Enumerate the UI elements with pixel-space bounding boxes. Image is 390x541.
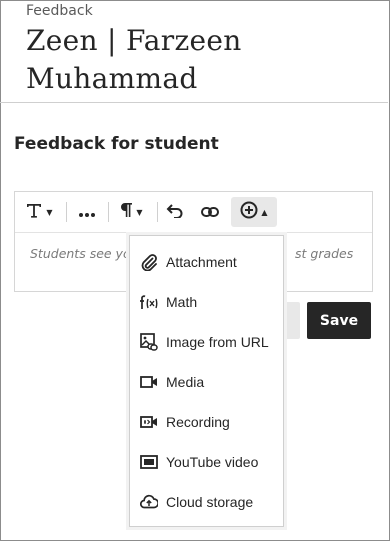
page-title: Zeen | Farzeen Muhammad bbox=[26, 24, 242, 95]
editor-toolbar: ▼ ▼ ▲ bbox=[15, 192, 372, 233]
menu-item-image-from-url[interactable]: Image from URL bbox=[130, 322, 283, 362]
placeholder-start: Students see you bbox=[30, 246, 139, 261]
chevron-down-icon: ▼ bbox=[136, 207, 143, 217]
math-formula-icon bbox=[139, 292, 159, 312]
menu-item-recording[interactable]: Recording bbox=[130, 402, 283, 442]
youtube-icon bbox=[139, 452, 159, 472]
save-button[interactable]: Save bbox=[307, 302, 371, 339]
text-format-button[interactable]: ▼ bbox=[21, 197, 57, 227]
insert-content-button[interactable]: ▲ bbox=[231, 197, 277, 227]
breadcrumb: Feedback bbox=[26, 3, 93, 19]
cloud-upload-icon bbox=[139, 492, 159, 512]
paperclip-icon bbox=[139, 252, 159, 272]
undo-button[interactable] bbox=[162, 197, 188, 227]
insert-menu: Attachment Math Image from URL Media Rec… bbox=[129, 235, 284, 527]
link-button[interactable] bbox=[197, 197, 223, 227]
page-header: Feedback Zeen | Farzeen Muhammad bbox=[0, 0, 388, 103]
paragraph-icon bbox=[119, 201, 133, 223]
menu-item-label: Image from URL bbox=[166, 334, 269, 350]
toolbar-divider bbox=[108, 202, 109, 222]
text-format-icon bbox=[25, 201, 43, 223]
video-camera-icon bbox=[139, 372, 159, 392]
chevron-down-icon: ▼ bbox=[46, 207, 53, 217]
placeholder-end: st grades bbox=[295, 246, 354, 261]
recording-icon bbox=[139, 412, 159, 432]
more-options-icon bbox=[78, 203, 96, 222]
paragraph-button[interactable]: ▼ bbox=[113, 197, 149, 227]
toolbar-divider bbox=[157, 202, 158, 222]
menu-item-youtube-video[interactable]: YouTube video bbox=[130, 442, 283, 482]
chevron-up-icon: ▲ bbox=[261, 207, 268, 217]
menu-item-attachment[interactable]: Attachment bbox=[130, 242, 283, 282]
menu-item-label: YouTube video bbox=[166, 454, 259, 470]
menu-item-label: Math bbox=[166, 294, 198, 310]
section-title: Feedback for student bbox=[14, 134, 219, 154]
toolbar-divider bbox=[66, 202, 67, 222]
insert-content-icon bbox=[240, 201, 258, 223]
menu-item-label: Recording bbox=[166, 414, 230, 430]
menu-item-label: Attachment bbox=[166, 254, 237, 270]
menu-item-label: Media bbox=[166, 374, 205, 390]
menu-item-media[interactable]: Media bbox=[130, 362, 283, 402]
menu-item-math[interactable]: Math bbox=[130, 282, 283, 322]
link-icon bbox=[201, 203, 219, 222]
more-options-button[interactable] bbox=[73, 197, 101, 227]
undo-icon bbox=[166, 202, 184, 222]
image-link-icon bbox=[139, 332, 159, 352]
menu-item-label: Cloud storage bbox=[166, 494, 254, 510]
menu-item-cloud-storage[interactable]: Cloud storage bbox=[130, 482, 283, 522]
editor-placeholder: Students see you st grades bbox=[30, 246, 353, 261]
